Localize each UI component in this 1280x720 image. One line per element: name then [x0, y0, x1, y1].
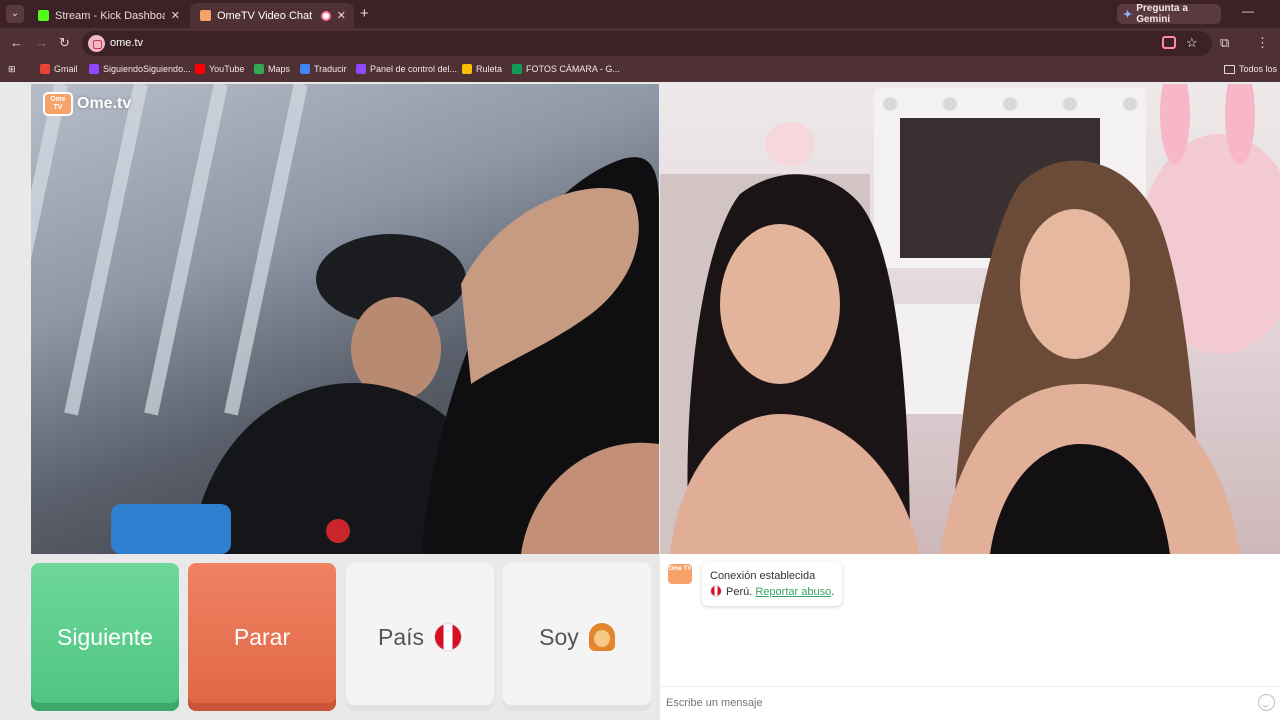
- tab-kick-dashboard[interactable]: Stream - Kick Dashboard ✕: [28, 3, 188, 28]
- local-video-frame: [31, 84, 659, 554]
- woman-emoji-icon: [588, 623, 615, 651]
- gender-button[interactable]: Soy: [503, 563, 651, 711]
- stop-button[interactable]: Parar: [188, 563, 336, 711]
- minimize-icon[interactable]: —: [1242, 4, 1254, 18]
- drive-icon: [512, 64, 522, 74]
- local-video: Ome TV Ome.tv: [31, 84, 659, 554]
- tab-label: Stream - Kick Dashboard: [55, 9, 165, 22]
- kick-icon: [38, 10, 49, 21]
- bookmark-label: Gmail: [54, 64, 78, 74]
- next-button[interactable]: Siguiente: [31, 563, 179, 711]
- translate-icon: [300, 64, 310, 74]
- ometv-chat-icon: Ome TV: [668, 564, 692, 584]
- message-input[interactable]: [666, 693, 1246, 713]
- country-button[interactable]: País: [346, 563, 494, 711]
- twitch-icon: [89, 64, 99, 74]
- system-message: Conexión establecida Perú. Reportar abus…: [702, 562, 843, 606]
- bookmarks-bar: ⊞ Gmail SiguiendoSiguiendo... YouTube Ma…: [0, 59, 1280, 82]
- bookmark-translate[interactable]: Traducir: [300, 64, 347, 74]
- bookmark-label: Panel de control del...: [370, 64, 458, 74]
- extensions-icon[interactable]: ⧉: [1220, 35, 1229, 51]
- apps-grid-icon[interactable]: ⊞: [8, 64, 16, 75]
- stop-label: Parar: [233, 623, 291, 650]
- gmail-icon: [40, 64, 50, 74]
- chat-input-row: [660, 686, 1280, 718]
- bookmark-twitch-dashboard[interactable]: Panel de control del...: [356, 64, 457, 74]
- report-suffix: .: [831, 586, 835, 598]
- ometv-icon: [200, 10, 211, 21]
- bookmark-maps[interactable]: Maps: [254, 64, 290, 74]
- tab-label: OmeTV Video Chat — Ome: [217, 9, 315, 22]
- tab-search-chevron-icon[interactable]: ⌄: [6, 5, 24, 23]
- emoji-icon[interactable]: [1258, 694, 1275, 711]
- roulette-icon: [462, 64, 472, 74]
- bookmark-label: Traducir: [314, 64, 347, 74]
- country-label: País: [377, 623, 425, 650]
- bookmark-star-icon[interactable]: ☆: [1186, 35, 1198, 51]
- twitch-icon: [356, 64, 366, 74]
- next-label: Siguiente: [57, 623, 153, 650]
- gender-label: Soy: [539, 623, 579, 650]
- country-name: Perú.: [726, 586, 753, 598]
- gemini-button[interactable]: ✦ Pregunta a Gemini: [1117, 3, 1221, 25]
- bookmark-label: Maps: [268, 64, 291, 74]
- gemini-label: Pregunta a Gemini: [1136, 3, 1188, 25]
- bookmark-label: FOTOS CÁMARA - G...: [526, 64, 620, 74]
- close-icon[interactable]: ✕: [171, 9, 180, 22]
- bookmark-youtube[interactable]: YouTube: [195, 64, 244, 74]
- browser-tab-bar: ⌄ Stream - Kick Dashboard ✕ OmeTV Video …: [0, 0, 1280, 28]
- bookmark-label: Ruleta: [476, 64, 503, 74]
- gemini-icon: ✦: [1123, 8, 1133, 21]
- ometv-tv-icon: Ome TV: [43, 92, 73, 116]
- recording-icon: [320, 10, 331, 21]
- forward-icon[interactable]: →: [35, 35, 48, 50]
- bookmark-ruleta[interactable]: Ruleta: [462, 64, 502, 74]
- maps-icon: [254, 64, 264, 74]
- stranger-country: Perú. Reportar abuso.: [710, 584, 834, 600]
- address-url[interactable]: ome.tv: [110, 37, 143, 49]
- close-icon[interactable]: ✕: [337, 9, 346, 22]
- all-bookmarks-folder[interactable]: Todos los m: [1224, 64, 1280, 74]
- logo-text: Ome.tv: [77, 95, 132, 112]
- remote-video-frame: [660, 84, 1280, 554]
- chat-panel: Ome TV Conexión establecida Perú. Report…: [660, 554, 1280, 720]
- remote-video: [660, 84, 1280, 554]
- bookmark-twitch-following[interactable]: SiguiendoSiguiendo...: [89, 64, 191, 74]
- bookmark-label: YouTube: [209, 64, 245, 74]
- address-bar[interactable]: ome.tv ☆: [82, 31, 1212, 56]
- peru-flag-icon: [710, 585, 722, 597]
- ometv-logo: Ome TV Ome.tv: [43, 92, 131, 116]
- back-icon[interactable]: ←: [10, 35, 23, 50]
- browser-toolbar: ← → ↻ ome.tv ☆ ⧉ ⋮: [0, 28, 1280, 59]
- ometv-site-icon[interactable]: [88, 35, 105, 52]
- bookmark-label: SiguiendoSiguiendo...: [103, 64, 191, 74]
- screen-share-icon[interactable]: [1162, 36, 1176, 49]
- reload-icon[interactable]: ↻: [59, 35, 70, 51]
- peru-flag-icon: [434, 623, 463, 651]
- report-abuse-link[interactable]: Reportar abuso: [755, 586, 831, 598]
- menu-icon[interactable]: ⋮: [1256, 35, 1269, 51]
- bookmark-label: Todos los m: [1239, 64, 1280, 74]
- bookmark-fotos-camara[interactable]: FOTOS CÁMARA - G...: [512, 64, 620, 74]
- bookmark-gmail[interactable]: Gmail: [40, 64, 78, 74]
- folder-icon: [1224, 64, 1235, 74]
- youtube-icon: [195, 64, 205, 74]
- ometv-page: Ome TV Ome.tv Siguiente Parar País Soy O…: [0, 82, 1280, 720]
- new-tab-button[interactable]: +: [360, 5, 369, 22]
- tab-ometv[interactable]: OmeTV Video Chat — Ome ✕: [190, 3, 354, 28]
- connection-status: Conexión establecida: [710, 570, 816, 582]
